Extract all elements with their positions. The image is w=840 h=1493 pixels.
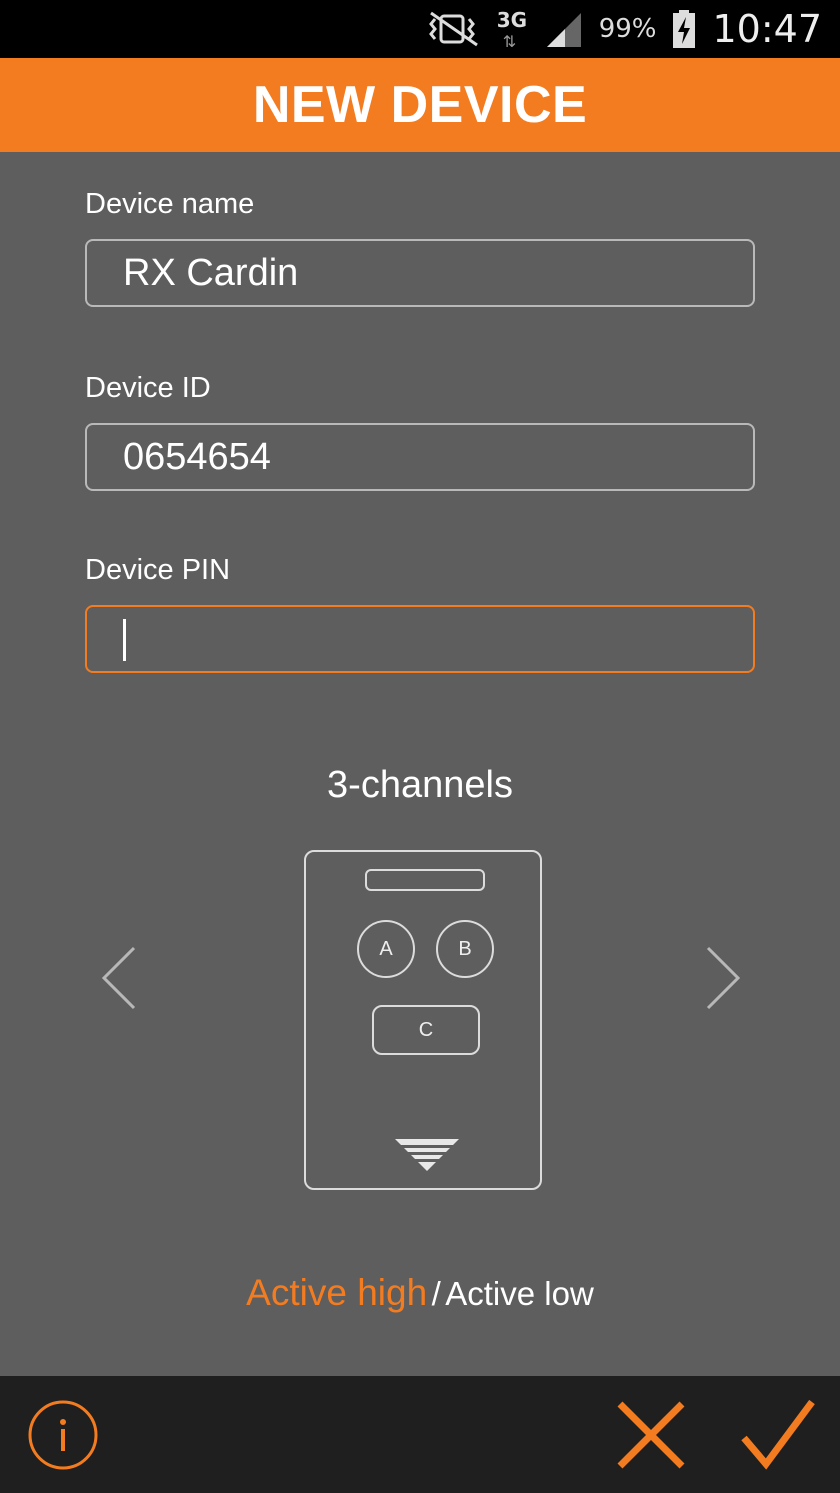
mode-separator: / bbox=[431, 1275, 441, 1312]
battery-charging-icon bbox=[673, 10, 696, 48]
remote-slot bbox=[365, 869, 485, 891]
device-name-value: RX Cardin bbox=[123, 252, 299, 294]
remote-button-a: A bbox=[357, 920, 415, 978]
device-id-field[interactable]: 0654654 bbox=[85, 423, 755, 491]
active-high-option[interactable]: Active high bbox=[246, 1272, 427, 1313]
network-3g-icon: 3G ⇅ bbox=[496, 8, 528, 51]
active-mode-toggle: Active high / Active low bbox=[0, 1272, 840, 1314]
status-bar: 3G ⇅ 99% 10:47 bbox=[0, 0, 840, 58]
device-name-field[interactable]: RX Cardin bbox=[85, 239, 755, 307]
remote-button-b: B bbox=[436, 920, 494, 978]
confirm-icon[interactable] bbox=[740, 1398, 816, 1470]
chevron-right-icon[interactable] bbox=[702, 945, 742, 1011]
device-id-label: Device ID bbox=[85, 372, 211, 404]
vibrate-icon bbox=[428, 11, 478, 47]
battery-percent: 99% bbox=[598, 14, 657, 44]
brand-logo-icon bbox=[395, 1139, 459, 1171]
status-time: 10:47 bbox=[712, 7, 822, 51]
title-bar: NEW DEVICE bbox=[0, 58, 840, 152]
text-cursor bbox=[123, 619, 126, 661]
remote-button-c: C bbox=[372, 1005, 480, 1055]
page-title: NEW DEVICE bbox=[252, 76, 588, 134]
chevron-left-icon[interactable] bbox=[100, 945, 140, 1011]
channel-type-title: 3-channels bbox=[327, 764, 513, 806]
remote-illustration: A B C bbox=[304, 850, 542, 1190]
device-pin-field[interactable] bbox=[85, 605, 755, 673]
active-low-option[interactable]: Active low bbox=[445, 1275, 594, 1312]
device-id-value: 0654654 bbox=[123, 436, 271, 478]
cancel-icon[interactable] bbox=[616, 1400, 686, 1470]
bottom-bar bbox=[0, 1376, 840, 1493]
signal-icon bbox=[546, 13, 581, 47]
device-pin-label: Device PIN bbox=[85, 554, 231, 586]
status-icons: 3G ⇅ 99% 10:47 bbox=[425, 0, 822, 58]
device-name-label: Device name bbox=[85, 188, 255, 220]
info-icon[interactable] bbox=[26, 1398, 100, 1472]
